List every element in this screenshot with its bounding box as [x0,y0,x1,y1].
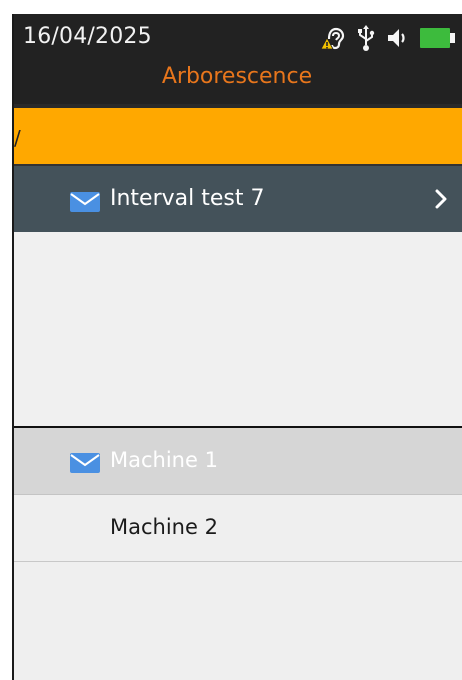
list-item-machine-2[interactable]: Machine 2 [12,495,462,562]
list-item-label: Machine 2 [110,515,218,539]
chevron-right-icon[interactable] [434,189,448,209]
usb-icon [356,24,376,52]
list-empty-space [12,562,462,680]
empty-panel [12,232,462,426]
device-screen: 16/04/2025 Arborescence / Interval test … [12,14,462,680]
date-display: 16/04/2025 [23,24,152,49]
path-bar: / [12,108,462,164]
folder-label: Interval test 7 [110,186,265,211]
list-item-label: Machine 1 [110,448,218,472]
status-icons [320,24,456,52]
current-path: / [14,126,21,150]
battery-icon [420,27,456,49]
status-header: 16/04/2025 Arborescence [12,14,462,104]
page-title: Arborescence [161,64,313,89]
list-item-machine-1[interactable]: Machine 1 [12,428,462,495]
envelope-icon [70,453,100,477]
folder-row-interval-test[interactable]: Interval test 7 [12,166,462,232]
envelope-icon [70,192,100,216]
hearing-warning-icon [320,25,346,51]
speaker-icon [386,26,410,50]
